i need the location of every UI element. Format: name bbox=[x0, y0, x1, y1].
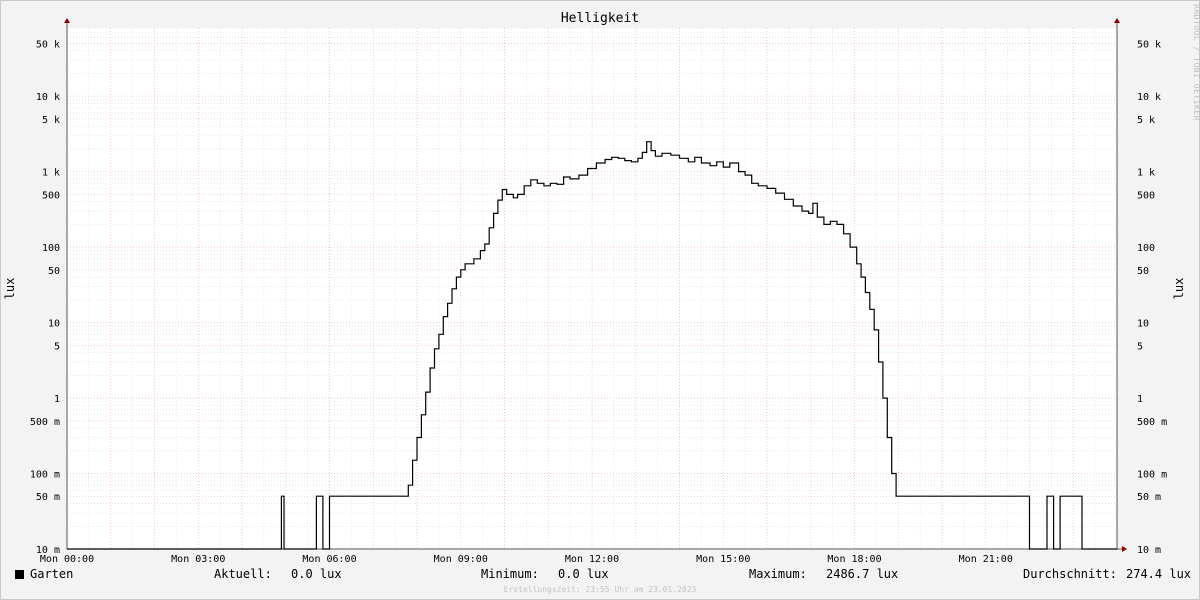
y-tick-label-right: 1 k bbox=[1137, 168, 1155, 179]
y-tick-label-left: 100 bbox=[42, 243, 60, 254]
x-tick-label: Mon 03:00 bbox=[171, 554, 225, 565]
y-axis-label-left: lux bbox=[3, 278, 17, 300]
y-tick-label-left: 100 m bbox=[30, 470, 60, 481]
legend-avg-value: 274.4 lux bbox=[1126, 567, 1192, 581]
legend-current-value: 0.0 lux bbox=[291, 567, 342, 581]
y-tick-label-left: 10 bbox=[48, 319, 60, 330]
x-tick-label: Mon 06:00 bbox=[302, 554, 356, 565]
x-tick-label: Mon 09:00 bbox=[434, 554, 488, 565]
x-tick-label: Mon 21:00 bbox=[959, 554, 1013, 565]
legend-min-value: 0.0 lux bbox=[558, 567, 609, 581]
y-tick-label-left: 50 k bbox=[36, 39, 60, 50]
y-tick-label-left: 5 bbox=[54, 341, 60, 352]
legend-max-value: 2486.7 lux bbox=[826, 567, 899, 581]
y-tick-label-right: 10 bbox=[1137, 319, 1149, 330]
x-tick-label: Mon 18:00 bbox=[827, 554, 881, 565]
y-tick-label-right: 500 bbox=[1137, 190, 1155, 201]
y-tick-label-left: 10 k bbox=[36, 92, 60, 103]
x-axis-arrow bbox=[1122, 546, 1127, 552]
y-tick-label-right: 10 m bbox=[1137, 545, 1161, 556]
y-axis-label-right: lux bbox=[1172, 278, 1186, 300]
y-tick-label-right: 500 m bbox=[1137, 417, 1167, 428]
legend-max-label: Maximum: bbox=[749, 567, 807, 581]
x-tick-label: Mon 15:00 bbox=[696, 554, 750, 565]
y-tick-label-left: 50 bbox=[48, 266, 60, 277]
y-tick-label-right: 50 bbox=[1137, 266, 1149, 277]
chart-svg: 10 m 10 m50 m 50 m100 m 100 m500 m 500 m1 15 5… bbox=[3, 18, 1186, 565]
y-tick-label-left: 1 k bbox=[42, 168, 60, 179]
footer-timestamp: Erstellungszeit: 23:55 Uhr am 23.01.2023 bbox=[503, 585, 697, 594]
y-tick-label-right: 100 bbox=[1137, 243, 1155, 254]
y-tick-label-left: 50 m bbox=[36, 492, 60, 503]
legend-series-name: Garten bbox=[30, 567, 74, 581]
x-tick-label: Mon 00:00 bbox=[40, 554, 94, 565]
y-tick-label-right: 1 bbox=[1137, 394, 1143, 405]
legend-avg-label: Durchschnitt: bbox=[1023, 567, 1117, 581]
y-tick-label-right: 5 k bbox=[1137, 115, 1155, 126]
y-tick-label-left: 5 k bbox=[42, 115, 60, 126]
legend-swatch bbox=[15, 570, 24, 579]
y-tick-label-right: 5 bbox=[1137, 341, 1143, 352]
y-tick-label-right: 50 m bbox=[1137, 492, 1161, 503]
legend-min-label: Minimum: bbox=[481, 567, 539, 581]
y-tick-label-left: 500 bbox=[42, 190, 60, 201]
y-tick-label-right: 10 k bbox=[1137, 92, 1161, 103]
y-tick-label-left: 500 m bbox=[30, 417, 60, 428]
legend-current-label: Aktuell: bbox=[214, 567, 272, 581]
y-tick-label-right: 100 m bbox=[1137, 470, 1167, 481]
y-axis-arrow-left bbox=[64, 18, 70, 23]
x-tick-label: Mon 12:00 bbox=[565, 554, 619, 565]
y-axis-arrow-right bbox=[1114, 18, 1120, 23]
y-tick-label-right: 50 k bbox=[1137, 39, 1161, 50]
y-tick-label-left: 1 bbox=[54, 394, 60, 405]
